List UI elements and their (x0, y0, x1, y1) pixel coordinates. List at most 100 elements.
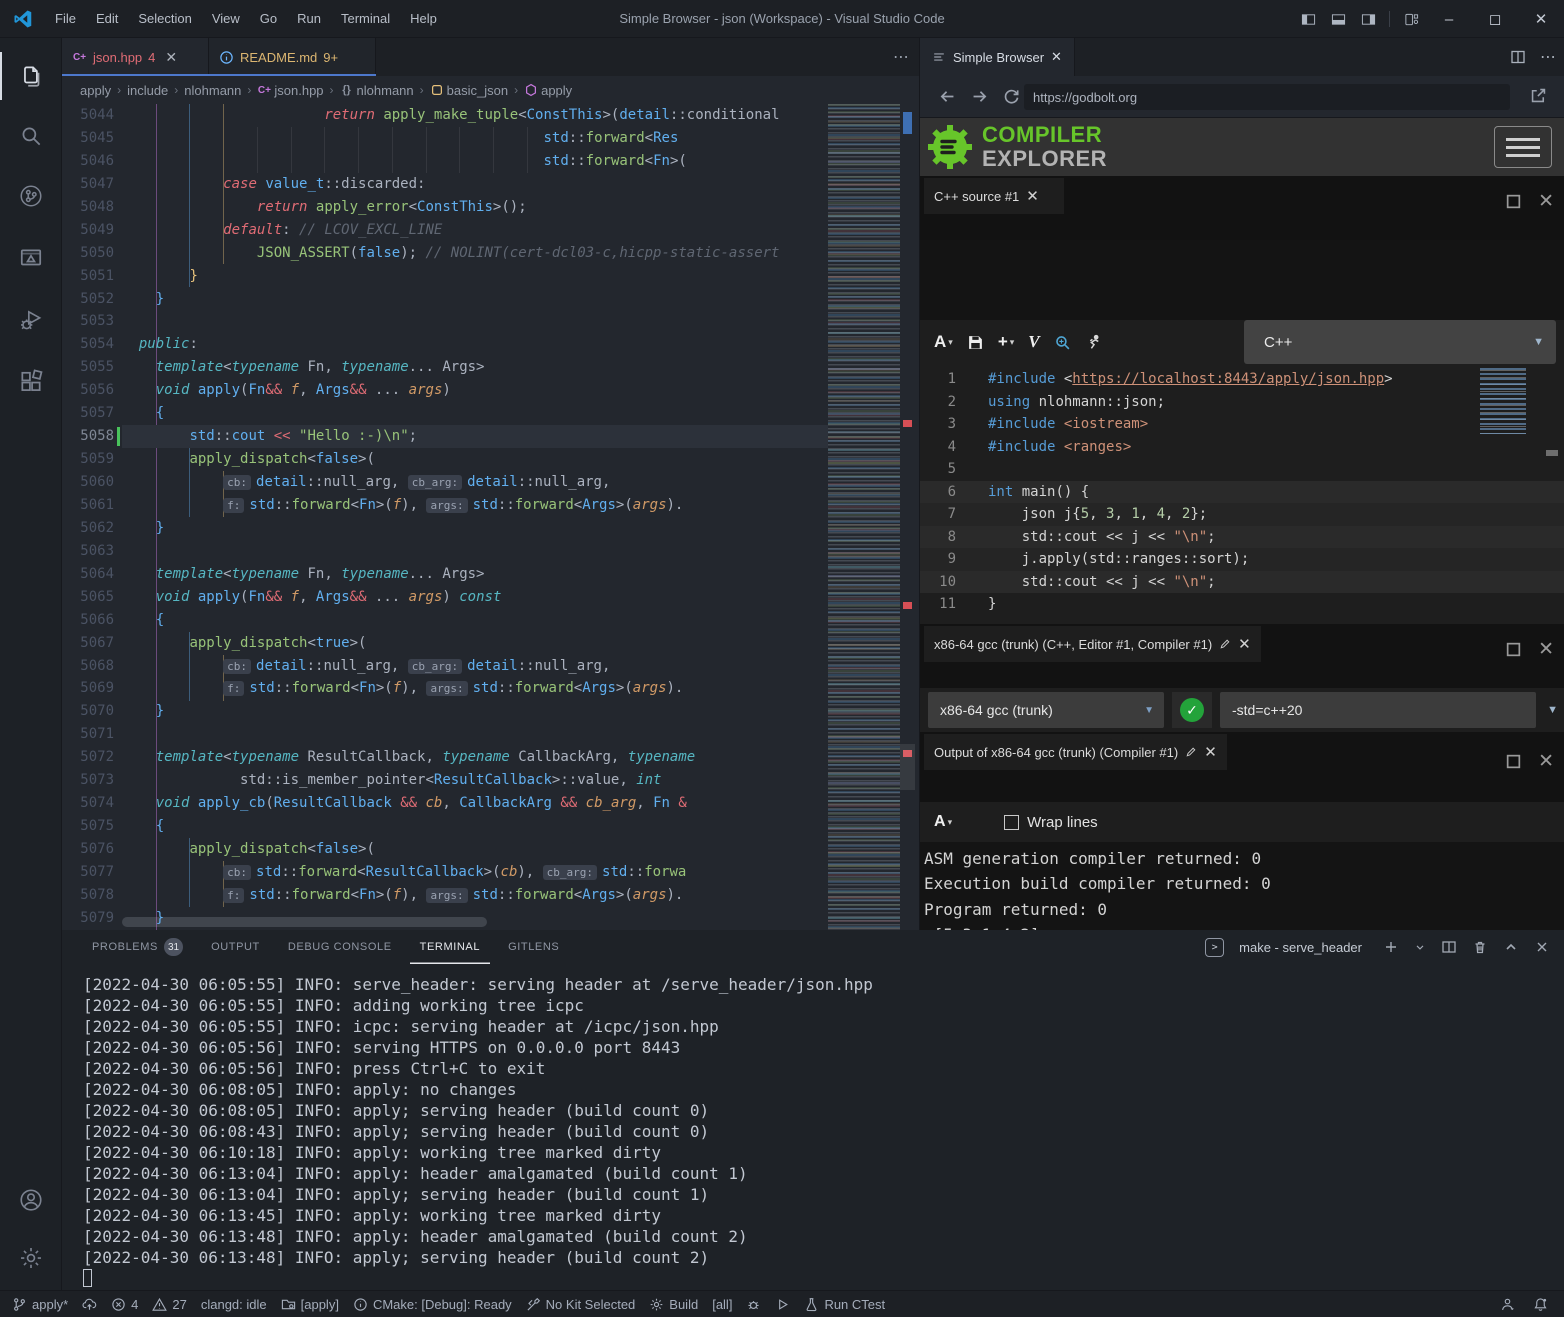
terminal-dropdown-icon[interactable] (1414, 939, 1426, 955)
menu-help[interactable]: Help (400, 11, 447, 26)
cmake-panel-icon[interactable] (0, 234, 62, 282)
breadcrumb-item[interactable]: C+json.hpp (257, 83, 323, 98)
source-pane-tab[interactable]: C++ source #1✕ (924, 178, 1064, 214)
menu-edit[interactable]: Edit (86, 11, 128, 26)
toggle-secondary-sidebar-icon[interactable] (1353, 6, 1383, 32)
cpp-insights-icon[interactable] (1054, 334, 1071, 351)
menu-selection[interactable]: Selection (128, 11, 201, 26)
hamburger-menu-icon[interactable] (1494, 126, 1552, 168)
status-cmake-build[interactable]: Build (649, 1297, 698, 1312)
new-terminal-icon[interactable] (1383, 939, 1399, 955)
compiler-options-input[interactable]: -std=c++20 (1220, 692, 1536, 728)
maximize-pane-icon[interactable] (1505, 641, 1522, 658)
panel-tab-terminal[interactable]: TERMINAL (410, 930, 490, 964)
options-dropdown-icon[interactable]: ▼ (1547, 692, 1558, 728)
status-notifications[interactable] (1533, 1297, 1548, 1312)
status-publish[interactable] (82, 1297, 97, 1312)
run-debug-icon[interactable] (0, 296, 62, 344)
ce-source-editor[interactable]: 1#include <https://localhost:8443/apply/… (920, 364, 1564, 624)
close-icon[interactable]: ✕ (1238, 635, 1251, 653)
search-icon[interactable] (0, 112, 62, 160)
status-cmake-variant[interactable]: CMake: [Debug]: Ready (353, 1297, 512, 1312)
status-cmake-kit[interactable]: No Kit Selected (526, 1297, 636, 1312)
open-external-icon[interactable] (1529, 86, 1548, 105)
font-size-button[interactable]: A▾ (934, 813, 952, 831)
font-size-button[interactable]: A▾ (934, 332, 953, 352)
breadcrumb-item[interactable]: apply (80, 83, 111, 98)
edit-icon[interactable] (1185, 746, 1197, 758)
edit-icon[interactable] (1219, 638, 1231, 650)
status-feedback[interactable] (1500, 1297, 1515, 1312)
extensions-icon[interactable] (0, 358, 62, 406)
close-icon[interactable]: ✕ (1204, 743, 1217, 761)
status-clangd-status[interactable]: clangd: idle (201, 1297, 267, 1312)
toggle-sidebar-icon[interactable] (1293, 6, 1323, 32)
output-pane-tab[interactable]: Output of x86-64 gcc (trunk) (Compiler #… (924, 734, 1227, 770)
terminal-output[interactable]: [2022-04-30 06:05:55] INFO: serve_header… (83, 974, 1543, 1289)
ce-minimap[interactable] (1480, 368, 1526, 434)
panel-tab-output[interactable]: OUTPUT (201, 930, 270, 964)
menu-file[interactable]: File (45, 11, 86, 26)
code-editor[interactable]: 5044return apply_make_tuple<ConstThis>(d… (62, 104, 919, 930)
status-warnings[interactable]: 27 (152, 1297, 186, 1312)
reload-icon[interactable] (1002, 87, 1021, 106)
forward-icon[interactable] (970, 87, 989, 106)
status-cmake-debug[interactable] (746, 1297, 761, 1312)
account-icon[interactable] (0, 1176, 62, 1224)
tab-simple-browser[interactable]: Simple Browser ✕ (920, 38, 1075, 76)
breadcrumb-item[interactable]: include (127, 83, 168, 98)
status-cmake-target[interactable]: [all] (712, 1297, 732, 1312)
breadcrumb-item[interactable]: apply (524, 83, 572, 98)
kill-terminal-icon[interactable] (1472, 939, 1488, 955)
quick-bench-icon[interactable] (1085, 334, 1102, 351)
menu-view[interactable]: View (202, 11, 250, 26)
menu-terminal[interactable]: Terminal (331, 11, 400, 26)
terminal-title[interactable]: make - serve_header (1239, 940, 1362, 955)
close-icon[interactable]: ✕ (1026, 187, 1039, 205)
panel-tab-debug-console[interactable]: DEBUG CONSOLE (278, 930, 402, 964)
explorer-icon[interactable] (0, 52, 62, 100)
toggle-panel-icon[interactable] (1323, 6, 1353, 32)
panel-tab-gitlens[interactable]: GITLENS (498, 930, 569, 964)
close-button[interactable]: ✕ (1518, 0, 1564, 38)
language-select[interactable]: C++▼ (1244, 320, 1556, 364)
tab-close-icon[interactable]: ✕ (1051, 49, 1062, 65)
status-git-branch[interactable]: apply* (12, 1297, 68, 1312)
more-actions-icon[interactable]: ⋯ (1540, 47, 1556, 67)
close-panel-icon[interactable] (1534, 939, 1550, 955)
tab-readme-md[interactable]: README.md 9+ (209, 38, 376, 76)
settings-gear-icon[interactable] (0, 1234, 62, 1282)
status-cmake-project[interactable]: [apply] (281, 1297, 339, 1312)
compiler-select[interactable]: x86-64 gcc (trunk)▼ (928, 692, 1164, 728)
maximize-panel-icon[interactable] (1503, 939, 1519, 955)
menu-go[interactable]: Go (250, 11, 287, 26)
maximize-pane-icon[interactable] (1505, 753, 1522, 770)
close-pane-icon[interactable]: ✕ (1538, 750, 1554, 773)
back-icon[interactable] (938, 87, 957, 106)
url-input[interactable]: https://godbolt.org (1024, 84, 1510, 110)
close-pane-icon[interactable]: ✕ (1538, 190, 1554, 213)
wrap-lines-checkbox[interactable] (1004, 815, 1019, 830)
status-cmake-launch[interactable] (775, 1297, 790, 1312)
add-pane-button[interactable]: +▾ (998, 332, 1014, 352)
tab-close-icon[interactable]: ✕ (165, 49, 177, 66)
ce-scrollbar-thumb[interactable] (1546, 450, 1558, 456)
menu-run[interactable]: Run (287, 11, 331, 26)
source-control-icon[interactable] (0, 172, 62, 220)
breadcrumb-item[interactable]: {}nlohmann (340, 83, 414, 98)
scrollbar-thumb[interactable] (900, 744, 915, 790)
status-errors[interactable]: 4 (111, 1297, 138, 1312)
minimize-button[interactable]: – (1426, 0, 1472, 38)
maximize-button[interactable]: ◻ (1472, 0, 1518, 38)
customize-layout-icon[interactable] (1396, 6, 1426, 32)
tab-json-hpp[interactable]: C+ json.hpp 4 ✕ (62, 38, 209, 76)
status-ctest[interactable]: Run CTest (804, 1297, 885, 1312)
compiler-pane-tab[interactable]: x86-64 gcc (trunk) (C++, Editor #1, Comp… (924, 626, 1261, 662)
close-pane-icon[interactable]: ✕ (1538, 638, 1554, 661)
split-editor-icon[interactable] (1510, 49, 1526, 65)
editor-more-actions-icon[interactable]: ⋯ (893, 38, 909, 76)
overview-ruler[interactable] (900, 104, 915, 930)
panel-tab-problems[interactable]: PROBLEMS31 (82, 930, 193, 964)
vim-mode-icon[interactable]: V (1028, 332, 1039, 352)
minimap[interactable] (828, 104, 900, 930)
